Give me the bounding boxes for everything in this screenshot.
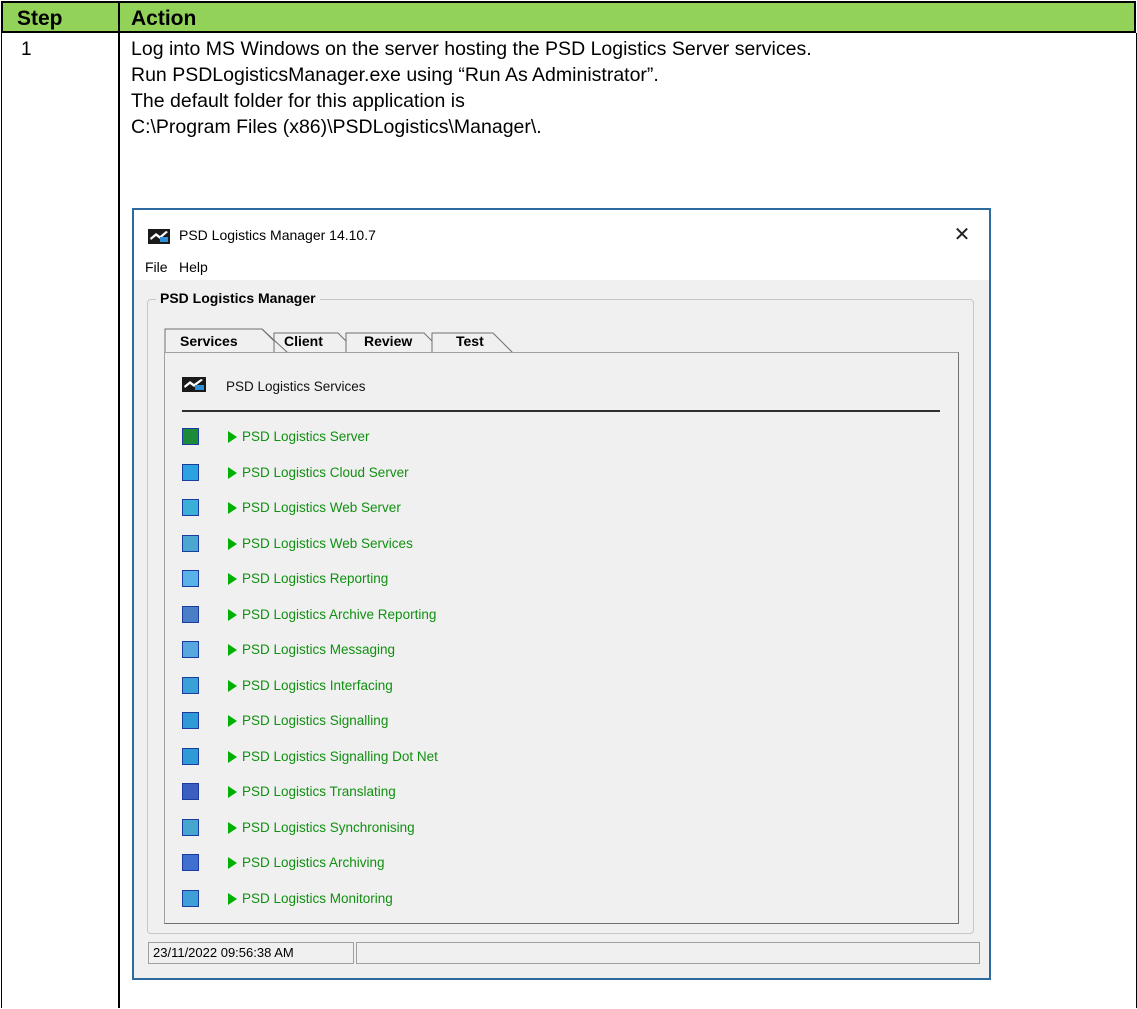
menu-bar: File Help <box>134 254 989 280</box>
table-border-left-body <box>1 33 2 1008</box>
sync-icon <box>182 819 199 836</box>
status-bar: 23/11/2022 09:56:38 AM <box>148 939 980 965</box>
tab-review-label: Review <box>364 333 413 349</box>
signal-icon <box>182 712 199 729</box>
services-logo-icon <box>182 377 206 392</box>
service-row[interactable]: PSD Logistics Signalling <box>182 712 782 736</box>
play-icon[interactable] <box>228 715 237 727</box>
app-window: PSD Logistics Manager 14.10.7 ✕ File Hel… <box>134 210 989 978</box>
web-icon <box>182 499 199 516</box>
status-message-panel <box>356 942 980 964</box>
service-label: PSD Logistics Web Services <box>242 536 413 551</box>
action-line: The default folder for this application … <box>131 90 465 112</box>
step-number: 1 <box>21 39 32 60</box>
service-row[interactable]: PSD Logistics Archiving <box>182 854 782 878</box>
close-icon[interactable]: ✕ <box>952 225 972 245</box>
play-icon[interactable] <box>228 786 237 798</box>
services-divider <box>182 410 940 412</box>
translate-icon <box>182 783 199 800</box>
service-row[interactable]: PSD Logistics Signalling Dot Net <box>182 748 782 772</box>
play-icon[interactable] <box>228 893 237 905</box>
play-icon[interactable] <box>228 609 237 621</box>
service-row[interactable]: PSD Logistics Server <box>182 428 782 452</box>
play-icon[interactable] <box>228 431 237 443</box>
service-label: PSD Logistics Cloud Server <box>242 465 409 480</box>
service-label: PSD Logistics Archive Reporting <box>242 607 437 622</box>
service-row[interactable]: PSD Logistics Monitoring <box>182 890 782 914</box>
play-icon[interactable] <box>228 502 237 514</box>
play-icon[interactable] <box>228 644 237 656</box>
app-logo-icon <box>148 229 170 244</box>
play-icon[interactable] <box>228 467 237 479</box>
header-action: Action <box>131 7 197 30</box>
title-bar[interactable]: PSD Logistics Manager 14.10.7 ✕ <box>134 210 989 254</box>
action-text: Log into MS Windows on the server hostin… <box>131 36 812 140</box>
status-datetime-panel: 23/11/2022 09:56:38 AM <box>148 942 354 964</box>
service-label: PSD Logistics Synchronising <box>242 820 415 835</box>
service-label: PSD Logistics Archiving <box>242 855 385 870</box>
play-icon[interactable] <box>228 680 237 692</box>
service-row[interactable]: PSD Logistics Translating <box>182 783 782 807</box>
globe-icon <box>182 428 199 445</box>
service-label: PSD Logistics Server <box>242 429 370 444</box>
service-label: PSD Logistics Messaging <box>242 642 396 657</box>
service-label: PSD Logistics Translating <box>242 784 396 799</box>
table-border-right <box>1134 1 1136 33</box>
status-datetime: 23/11/2022 09:56:38 AM <box>153 945 294 960</box>
play-icon[interactable] <box>228 751 237 763</box>
service-row[interactable]: PSD Logistics Reporting <box>182 570 782 594</box>
service-label: PSD Logistics Interfacing <box>242 678 393 693</box>
play-icon[interactable] <box>228 538 237 550</box>
window-title: PSD Logistics Manager 14.10.7 <box>179 227 376 243</box>
tab-test-label: Test <box>456 333 484 349</box>
service-row[interactable]: PSD Logistics Cloud Server <box>182 464 782 488</box>
groupbox-label: PSD Logistics Manager <box>156 290 320 306</box>
envelope-icon <box>182 641 199 658</box>
tab-services-label: Services <box>180 333 238 349</box>
menu-help[interactable]: Help <box>179 259 208 275</box>
service-row[interactable]: PSD Logistics Interfacing <box>182 677 782 701</box>
archive-report-icon <box>182 606 199 623</box>
service-row[interactable]: PSD Logistics Synchronising <box>182 819 782 843</box>
table-header-row: Step Action <box>1 1 1136 33</box>
service-label: PSD Logistics Signalling <box>242 713 389 728</box>
action-line: C:\Program Files (x86)\PSDLogistics\Mana… <box>131 116 542 138</box>
service-label: PSD Logistics Reporting <box>242 571 389 586</box>
service-label: PSD Logistics Web Server <box>242 500 401 515</box>
play-icon[interactable] <box>228 857 237 869</box>
cloud-icon <box>182 464 199 481</box>
service-row[interactable]: PSD Logistics Web Server <box>182 499 782 523</box>
play-icon[interactable] <box>228 822 237 834</box>
service-row[interactable]: PSD Logistics Messaging <box>182 641 782 665</box>
table-border-left <box>1 1 3 33</box>
signal-dotnet-icon <box>182 748 199 765</box>
service-row[interactable]: PSD Logistics Web Services <box>182 535 782 559</box>
service-label: PSD Logistics Monitoring <box>242 891 393 906</box>
archive-icon <box>182 854 199 871</box>
report-icon <box>182 570 199 587</box>
header-step: Step <box>17 7 63 30</box>
table-column-divider <box>118 1 120 1008</box>
tab-client-label: Client <box>284 333 323 349</box>
play-icon[interactable] <box>228 573 237 585</box>
action-line: Run PSDLogisticsManager.exe using “Run A… <box>131 64 659 86</box>
interface-icon <box>182 677 199 694</box>
service-row[interactable]: PSD Logistics Archive Reporting <box>182 606 782 630</box>
action-line: Log into MS Windows on the server hostin… <box>131 38 812 60</box>
service-label: PSD Logistics Signalling Dot Net <box>242 749 438 764</box>
menu-file[interactable]: File <box>145 259 168 275</box>
monitor-icon <box>182 890 199 907</box>
services-header: PSD Logistics Services <box>226 379 366 394</box>
web-services-icon <box>182 535 199 552</box>
